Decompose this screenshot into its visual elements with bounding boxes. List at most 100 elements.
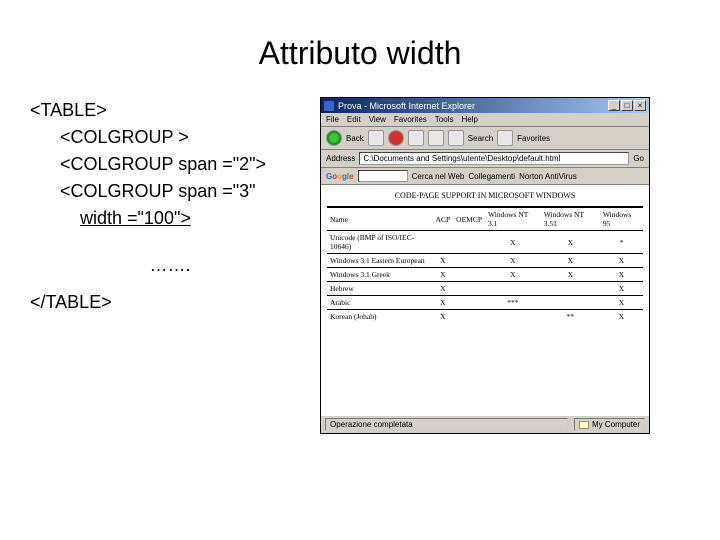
page-heading: CODE-PAGE SUPPORT IN MICROSOFT WINDOWS [327, 191, 643, 200]
slide-title: Attributo width [30, 35, 690, 72]
table-cell [453, 282, 485, 296]
table-cell [453, 254, 485, 268]
table-header: Name [327, 207, 433, 231]
table-cell: *** [485, 296, 541, 310]
google-toolbar: Google Cerca nel Web Collegamenti Norton… [321, 168, 649, 185]
table-cell: X [541, 254, 600, 268]
table-cell: Unicode (BMP of ISO/IEC-10646) [327, 231, 433, 254]
window-title: Prova - Microsoft Internet Explorer [338, 101, 607, 111]
menu-tools[interactable]: Tools [435, 115, 454, 124]
fav-label: Favorites [517, 134, 550, 143]
table-row: HebrewXX [327, 282, 643, 296]
table-cell: X [485, 268, 541, 282]
data-table: Name ACP OEMCP Windows NT 3.1 Windows NT… [327, 206, 643, 323]
table-cell: X [485, 254, 541, 268]
status-text: Operazione completata [325, 418, 568, 431]
table-row: ArabicX***X [327, 296, 643, 310]
code-line: </TABLE> [30, 289, 310, 316]
table-cell [453, 231, 485, 254]
status-zone-label: My Computer [592, 420, 640, 429]
toolbar: Back Search Favorites [321, 127, 649, 150]
search-label: Search [468, 134, 493, 143]
table-cell: X [485, 231, 541, 254]
menu-help[interactable]: Help [461, 115, 477, 124]
table-cell [453, 296, 485, 310]
table-header: OEMCP [453, 207, 485, 231]
address-label: Address [326, 154, 355, 163]
table-cell [541, 296, 600, 310]
code-line: <TABLE> [30, 97, 310, 124]
table-row: Windows 3.1 GreekXXXX [327, 268, 643, 282]
favorites-button[interactable] [497, 130, 513, 146]
google-opt[interactable]: Collegamenti [468, 172, 515, 181]
table-row: Windows 3.1 Eastern EuropeanXXXX [327, 254, 643, 268]
table-cell: X [433, 268, 454, 282]
table-cell: * [600, 231, 643, 254]
back-button[interactable] [326, 130, 342, 146]
google-logo: Google [326, 172, 354, 181]
table-cell: X [541, 231, 600, 254]
table-cell: ** [541, 310, 600, 324]
table-cell: X [600, 310, 643, 324]
stop-button[interactable] [388, 130, 404, 146]
table-header: Windows 95 [600, 207, 643, 231]
code-line: width ="100"> [30, 205, 310, 232]
table-cell: X [600, 254, 643, 268]
address-bar: Address C:\Documents and Settings\utente… [321, 150, 649, 168]
table-cell [485, 282, 541, 296]
table-cell: Windows 3.1 Greek [327, 268, 433, 282]
go-button[interactable]: Go [633, 154, 644, 163]
ellipsis: ……. [30, 252, 310, 279]
menu-favorites[interactable]: Favorites [394, 115, 427, 124]
table-row: Korean (Johab)X**X [327, 310, 643, 324]
table-row: Unicode (BMP of ISO/IEC-10646)XX* [327, 231, 643, 254]
table-cell: X [600, 282, 643, 296]
address-input[interactable]: C:\Documents and Settings\utente\Desktop… [359, 152, 629, 165]
table-cell: X [600, 296, 643, 310]
table-cell [541, 282, 600, 296]
status-zone: My Computer [574, 418, 645, 431]
refresh-button[interactable] [408, 130, 424, 146]
google-opt[interactable]: Norton AntiVirus [519, 172, 577, 181]
browser-window: Prova - Microsoft Internet Explorer _ □ … [320, 97, 650, 434]
code-line: <COLGROUP span ="3" [30, 178, 310, 205]
table-cell: X [433, 254, 454, 268]
table-cell: X [433, 310, 454, 324]
menu-file[interactable]: File [326, 115, 339, 124]
maximize-button[interactable]: □ [621, 100, 633, 111]
table-cell: X [433, 296, 454, 310]
table-cell: Windows 3.1 Eastern European [327, 254, 433, 268]
table-cell [485, 310, 541, 324]
google-search-input[interactable] [358, 170, 408, 182]
code-line: <COLGROUP > [30, 124, 310, 151]
forward-button[interactable] [368, 130, 384, 146]
table-cell: Arabic [327, 296, 433, 310]
code-block: <TABLE> <COLGROUP > <COLGROUP span ="2">… [30, 97, 310, 434]
minimize-button[interactable]: _ [608, 100, 620, 111]
table-cell: X [433, 282, 454, 296]
menu-edit[interactable]: Edit [347, 115, 361, 124]
table-header: Windows NT 3.1 [485, 207, 541, 231]
search-button[interactable] [448, 130, 464, 146]
table-cell [433, 231, 454, 254]
code-line: <COLGROUP span ="2"> [30, 151, 310, 178]
page-content: CODE-PAGE SUPPORT IN MICROSOFT WINDOWS N… [321, 185, 649, 415]
table-cell: Hebrew [327, 282, 433, 296]
table-header: ACP [433, 207, 454, 231]
statusbar: Operazione completata My Computer [321, 415, 649, 433]
table-cell: Korean (Johab) [327, 310, 433, 324]
table-cell: X [541, 268, 600, 282]
table-cell [453, 268, 485, 282]
computer-icon [579, 421, 589, 429]
home-button[interactable] [428, 130, 444, 146]
google-opt[interactable]: Cerca nel Web [412, 172, 465, 181]
ie-icon [324, 101, 334, 111]
back-label: Back [346, 134, 364, 143]
table-cell [453, 310, 485, 324]
titlebar: Prova - Microsoft Internet Explorer _ □ … [321, 98, 649, 113]
table-cell: X [600, 268, 643, 282]
menu-view[interactable]: View [369, 115, 386, 124]
close-button[interactable]: × [634, 100, 646, 111]
table-header: Windows NT 3.51 [541, 207, 600, 231]
menubar: File Edit View Favorites Tools Help [321, 113, 649, 127]
